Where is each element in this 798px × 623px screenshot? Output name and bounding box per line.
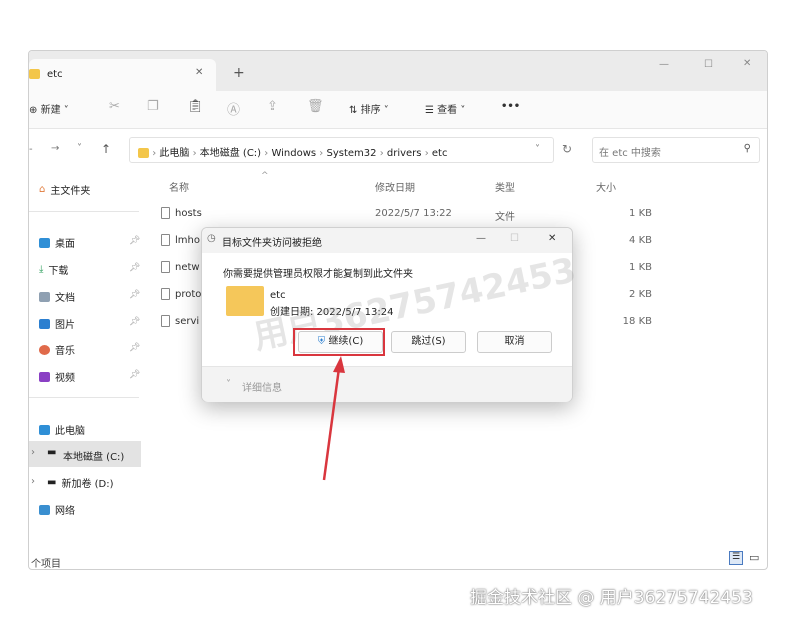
arrow-head: [333, 356, 345, 373]
annotation-arrow: [322, 356, 345, 481]
arrow-shaft: [322, 367, 341, 481]
site-watermark: 掘金技术社区 @ 用户36275742453: [470, 588, 753, 608]
